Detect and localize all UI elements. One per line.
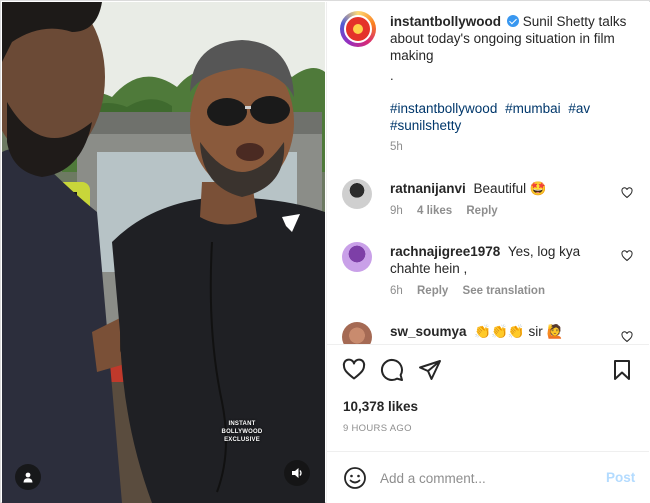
post-timestamp[interactable]: 9 HOURS AGO (343, 423, 412, 434)
comment-username[interactable]: ratnanijanvi (390, 181, 466, 196)
comment-body: rachnajigree1978 Yes, log kya chahte hei… (390, 243, 610, 277)
post-caption: instantbollywood Sunil Shetty talks abou… (390, 13, 640, 64)
reply-button[interactable]: Reply (417, 285, 448, 297)
comment-meta: 6h Reply See translation (390, 285, 556, 297)
user-icon (23, 472, 33, 483)
comment-meta: 9h 4 likes Reply (390, 205, 509, 217)
comment-likes[interactable]: 4 likes (417, 205, 452, 217)
see-translation-button[interactable]: See translation (463, 285, 545, 297)
author-username[interactable]: instantbollywood (390, 14, 501, 29)
hashtag-list: #instantbollywood #mumbai #av #sunilshet… (390, 100, 630, 134)
add-comment-bar: Post (327, 451, 649, 503)
heart-icon (342, 358, 366, 380)
heart-icon[interactable] (621, 187, 633, 199)
comment-input[interactable] (380, 468, 580, 488)
heart-icon[interactable] (621, 250, 633, 262)
caption-tail: . (390, 68, 394, 83)
watermark-line1: INSTANT BOLLYWOOD (221, 421, 263, 435)
bookmark-icon (614, 360, 630, 380)
share-button[interactable] (417, 357, 443, 383)
post-comment-button[interactable]: Post (606, 470, 635, 485)
post-media[interactable]: INSTANT BOLLYWOOD EXCLUSIVE (2, 2, 325, 503)
comments-scroll-area[interactable]: instantbollywood Sunil Shetty talks abou… (327, 2, 649, 344)
video-watermark: INSTANT BOLLYWOOD EXCLUSIVE (210, 420, 274, 444)
caption-age[interactable]: 5h (390, 141, 403, 153)
save-button[interactable] (609, 357, 635, 383)
tagged-users-button[interactable] (15, 464, 41, 490)
comment-text: 👏👏👏 sir 🙋 (474, 324, 564, 339)
comment-body: ratnanijanvi Beautiful 🤩 (390, 180, 610, 197)
comment-bubble-icon (380, 358, 403, 381)
action-bar (327, 344, 649, 394)
paper-plane-icon (419, 360, 441, 380)
verified-badge-icon (506, 15, 519, 27)
author-avatar[interactable] (340, 11, 376, 47)
smiley-icon[interactable] (343, 466, 367, 490)
comment-button[interactable] (379, 357, 405, 383)
user-avatar[interactable] (342, 179, 372, 209)
video-frame (2, 2, 325, 503)
comment-age[interactable]: 9h (390, 205, 403, 217)
post-dialog: INSTANT BOLLYWOOD EXCLUSIVE instantbolly… (0, 0, 650, 503)
comment-body: sw_soumya 👏👏👏 sir 🙋 (390, 323, 610, 340)
comment-age[interactable]: 6h (390, 285, 403, 297)
sound-toggle-button[interactable] (284, 460, 310, 486)
user-avatar[interactable] (342, 322, 372, 344)
hashtag-link[interactable]: #av (568, 101, 590, 116)
comment-username[interactable]: sw_soumya (390, 324, 467, 339)
likes-count[interactable]: 10,378 likes (343, 399, 418, 414)
like-button[interactable] (341, 357, 367, 383)
comment-username[interactable]: rachnajigree1978 (390, 244, 500, 259)
comment-text: Beautiful 🤩 (473, 181, 547, 196)
user-avatar[interactable] (342, 242, 372, 272)
hashtag-link[interactable]: #mumbai (505, 101, 561, 116)
heart-icon[interactable] (621, 331, 633, 343)
speaker-icon (292, 468, 302, 478)
hashtag-link[interactable]: #instantbollywood (390, 101, 497, 116)
reply-button[interactable]: Reply (466, 205, 497, 217)
watermark-line2: EXCLUSIVE (224, 437, 260, 443)
post-details-panel: instantbollywood Sunil Shetty talks abou… (326, 2, 650, 503)
hashtag-link[interactable]: #sunilshetty (390, 118, 461, 133)
